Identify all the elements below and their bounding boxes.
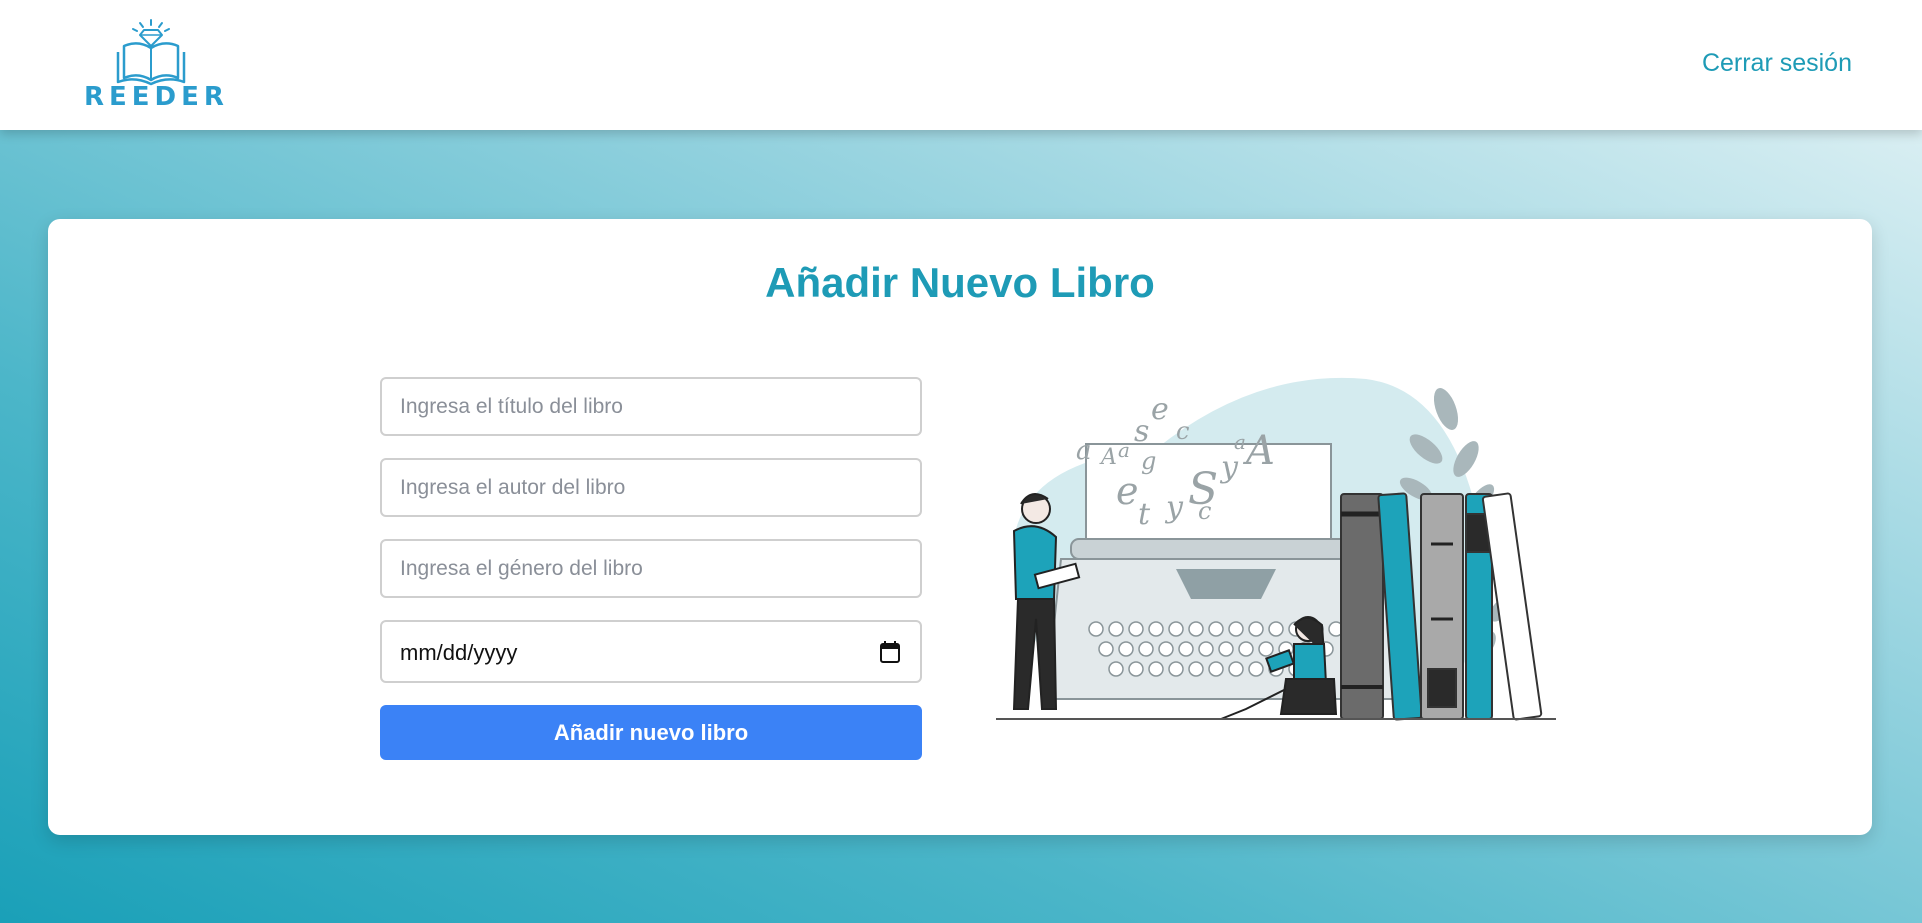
floating-letter: y bbox=[1219, 450, 1239, 485]
date-placeholder: mm/dd/yyyy bbox=[400, 640, 518, 665]
floating-letter: e bbox=[1151, 392, 1169, 427]
floating-letter: g bbox=[1141, 447, 1156, 475]
top-navbar: REEDER Cerrar sesión bbox=[0, 0, 1922, 130]
floating-letter: y bbox=[1164, 490, 1184, 525]
reading-illustration: a A a s e c g e t y S y c a A bbox=[996, 377, 1556, 721]
book-title-input[interactable] bbox=[380, 377, 922, 436]
add-book-form: mm/dd/yyyy Añadir nuevo libro bbox=[380, 377, 922, 760]
floating-letter: e bbox=[1116, 469, 1139, 513]
logout-link[interactable]: Cerrar sesión bbox=[1702, 49, 1852, 78]
book-author-input[interactable] bbox=[380, 458, 922, 517]
floating-letter: A bbox=[1099, 445, 1117, 470]
floating-letter: s bbox=[1134, 414, 1149, 449]
publication-date-input[interactable]: mm/dd/yyyy bbox=[380, 620, 922, 683]
book-stack bbox=[1340, 492, 1543, 721]
calendar-icon[interactable] bbox=[880, 641, 900, 663]
open-book-diamond-icon bbox=[116, 19, 186, 86]
book-genre-input[interactable] bbox=[380, 539, 922, 598]
floating-letter: A bbox=[1242, 428, 1275, 474]
page-title: Añadir Nuevo Libro bbox=[765, 259, 1155, 306]
floating-letter: a bbox=[1118, 438, 1130, 462]
floating-letter: a bbox=[1076, 436, 1092, 466]
add-book-button[interactable]: Añadir nuevo libro bbox=[380, 705, 922, 760]
add-book-card: Añadir Nuevo Libro mm/dd/yyyy Añadir nue… bbox=[48, 219, 1872, 835]
floating-letter: a bbox=[1234, 430, 1246, 454]
brand-name: REEDER bbox=[84, 82, 229, 112]
floating-letter: t bbox=[1138, 497, 1151, 532]
brand-logo[interactable]: REEDER bbox=[84, 18, 229, 113]
floating-letter: c bbox=[1198, 497, 1211, 525]
floating-letter: c bbox=[1176, 417, 1189, 445]
typewriter-roller bbox=[1070, 538, 1372, 560]
